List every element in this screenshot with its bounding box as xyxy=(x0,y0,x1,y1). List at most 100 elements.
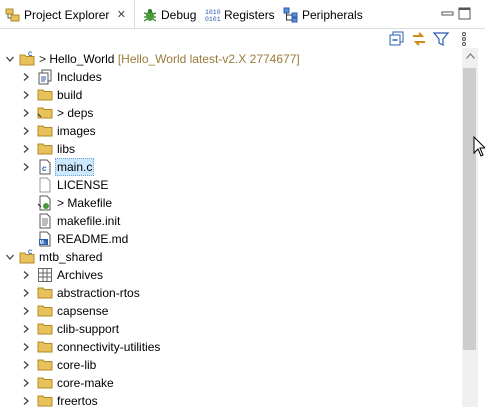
link-with-editor-icon[interactable] xyxy=(410,30,428,48)
project-explorer-icon xyxy=(5,7,21,23)
git-decoration: [Hello_World latest-v2.X 2774677] xyxy=(117,52,300,66)
folder-icon xyxy=(37,357,53,373)
collapse-all-icon[interactable] xyxy=(388,30,406,48)
vertical-scrollbar[interactable] xyxy=(462,48,478,407)
chevron-right-icon[interactable] xyxy=(21,86,31,104)
tab-label: Registers xyxy=(224,7,275,22)
tree-item-label: abstraction-rtos xyxy=(57,286,140,300)
tree-item-label: connectivity-utilities xyxy=(57,340,161,354)
blank-file-icon xyxy=(37,177,53,193)
folder-icon xyxy=(37,87,53,103)
tree-row-mtb-shared[interactable]: C mtb_shared xyxy=(0,248,462,266)
tree-row-capsense[interactable]: capsense xyxy=(0,302,462,320)
chevron-down-icon[interactable] xyxy=(5,248,15,266)
tree-row-clib-support[interactable]: clib-support xyxy=(0,320,462,338)
tree-row-license[interactable]: LICENSE xyxy=(0,176,462,194)
maximize-icon[interactable] xyxy=(458,7,471,20)
tab-label: Debug xyxy=(161,7,197,22)
tab-label: Peripherals xyxy=(302,7,363,22)
tree-item-label: mtb_shared xyxy=(39,250,103,264)
makefile-icon xyxy=(37,195,53,211)
chevron-right-icon[interactable] xyxy=(21,104,31,122)
folder-icon xyxy=(37,285,53,301)
chevron-right-icon[interactable] xyxy=(21,374,31,392)
tree-row-deps[interactable]: > deps xyxy=(0,104,462,122)
tree-item-label: Includes xyxy=(57,70,102,84)
chevron-right-icon[interactable] xyxy=(21,338,31,356)
tab-label: Project Explorer xyxy=(24,7,110,22)
tree-row-hello-world[interactable]: C > Hello_World [Hello_World latest-v2.X… xyxy=(0,50,462,68)
svg-text:C: C xyxy=(28,52,33,58)
tab-project-explorer[interactable]: Project Explorer ✕ xyxy=(0,0,135,29)
folder-icon xyxy=(37,393,53,407)
tree-item-label: freertos xyxy=(57,394,98,407)
filter-icon[interactable] xyxy=(432,30,450,48)
tree-row-build[interactable]: build xyxy=(0,86,462,104)
chevron-right-icon[interactable] xyxy=(21,140,31,158)
tree-item-label: build xyxy=(57,88,83,102)
peripherals-icon xyxy=(283,7,299,23)
c-project-icon: C xyxy=(19,51,35,67)
tree-row-makefile[interactable]: > Makefile xyxy=(0,194,462,212)
tree-row-abstraction-rtos[interactable]: abstraction-rtos xyxy=(0,284,462,302)
chevron-right-icon[interactable] xyxy=(21,302,31,320)
close-icon[interactable]: ✕ xyxy=(115,9,127,21)
chevron-right-icon[interactable] xyxy=(21,284,31,302)
chevron-right-icon[interactable] xyxy=(21,356,31,374)
tree-row-libs[interactable]: libs xyxy=(0,140,462,158)
file-name: Makefile xyxy=(67,196,113,210)
c-project-icon: C xyxy=(19,249,35,265)
folder-icon xyxy=(37,303,53,319)
view-tab-bar: Project Explorer ✕ Debug 1010 0101 Regis… xyxy=(0,0,485,29)
panel-edge xyxy=(478,29,485,407)
minimize-icon[interactable] xyxy=(441,7,454,20)
project-tree[interactable]: C > Hello_World [Hello_World latest-v2.X… xyxy=(0,48,462,407)
archives-icon xyxy=(37,267,53,283)
chevron-right-icon[interactable] xyxy=(21,266,31,284)
tree-item-label: README.md xyxy=(57,232,129,246)
tree-item-label: core-lib xyxy=(57,358,97,372)
tree-row-archives[interactable]: Archives xyxy=(0,266,462,284)
text-file-icon xyxy=(37,213,53,229)
tree-row-readme[interactable]: M↓ README.md xyxy=(0,230,462,248)
folder-name: deps xyxy=(67,106,94,120)
modified-prefix: > xyxy=(39,52,50,66)
chevron-right-icon[interactable] xyxy=(21,320,31,338)
tree-row-main-c[interactable]: c main.c xyxy=(0,158,462,176)
tab-registers[interactable]: 1010 0101 Registers xyxy=(200,0,275,29)
svg-text:0101: 0101 xyxy=(205,16,221,23)
scroll-thumb[interactable] xyxy=(463,68,476,350)
tree-item-label: images xyxy=(57,124,96,138)
tab-debug[interactable]: Debug xyxy=(137,0,196,29)
folder-icon xyxy=(37,339,53,355)
tree-row-core-make[interactable]: core-make xyxy=(0,374,462,392)
modified-prefix: > xyxy=(57,196,68,210)
svg-text:M↓: M↓ xyxy=(40,240,47,246)
debug-icon xyxy=(142,7,158,23)
tab-peripherals[interactable]: Peripherals xyxy=(278,0,363,29)
tree-row-makefile-init[interactable]: makefile.init xyxy=(0,212,462,230)
chevron-right-icon[interactable] xyxy=(21,68,31,86)
tree-row-core-lib[interactable]: core-lib xyxy=(0,356,462,374)
tree-item-label: Archives xyxy=(57,268,104,282)
chevron-right-icon[interactable] xyxy=(21,392,31,407)
tree-row-images[interactable]: images xyxy=(0,122,462,140)
tree-row-includes[interactable]: Includes xyxy=(0,68,462,86)
tree-item-label: > Hello_World [Hello_World latest-v2.X 2… xyxy=(38,51,301,67)
tree-row-connectivity-utilities[interactable]: connectivity-utilities xyxy=(0,338,462,356)
folder-icon xyxy=(37,141,53,157)
tab-bar-divider xyxy=(0,28,485,29)
tree-row-freertos[interactable]: freertos xyxy=(0,392,462,407)
tree-item-label: main.c xyxy=(55,158,95,176)
c-source-file-icon: c xyxy=(37,159,53,175)
chevron-down-icon[interactable] xyxy=(5,50,15,68)
tree-item-label: capsense xyxy=(57,304,109,318)
modified-prefix: > xyxy=(57,106,68,120)
tree-item-label: > Makefile xyxy=(56,195,113,211)
chevron-right-icon[interactable] xyxy=(21,158,31,176)
tree-item-label: clib-support xyxy=(57,322,120,336)
markdown-file-icon: M↓ xyxy=(37,231,53,247)
chevron-right-icon[interactable] xyxy=(21,122,31,140)
view-menu-icon[interactable] xyxy=(458,30,470,48)
scroll-up-arrow-icon[interactable] xyxy=(462,48,478,64)
